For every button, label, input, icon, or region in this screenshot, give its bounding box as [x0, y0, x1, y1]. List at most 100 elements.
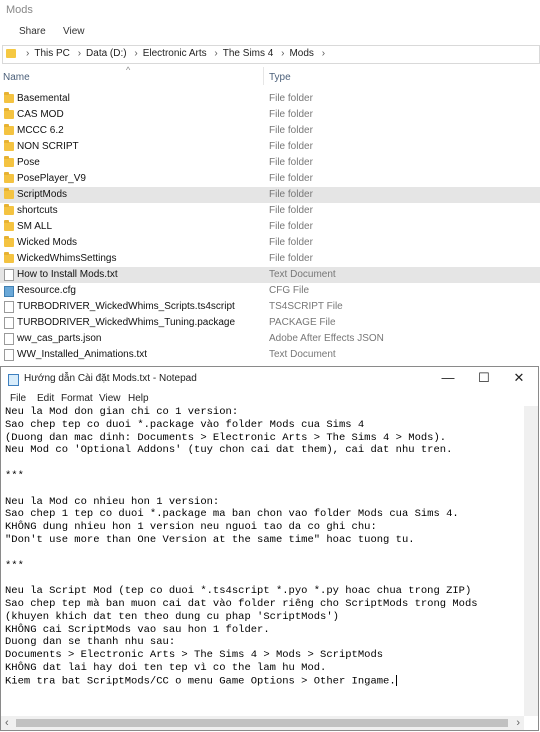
file-list-item[interactable]: How to Install Mods.txt Text Document — [0, 267, 540, 283]
folder-icon — [4, 220, 14, 231]
file-list-item[interactable]: TURBODRIVER_WickedWhims_Scripts.ts4scrip… — [0, 299, 540, 315]
minimize-button[interactable]: — — [433, 369, 463, 387]
file-list-item[interactable]: SM ALL File folder — [0, 219, 540, 235]
file-type: PACKAGE File — [269, 317, 336, 328]
ribbon-tab-share[interactable]: Share — [19, 26, 46, 37]
file-type: File folder — [269, 173, 313, 184]
file-list-item[interactable]: PosePlayer_V9 File folder — [0, 171, 540, 187]
text-line: Neu Mod co 'Optional Addons' (tuy chon c… — [5, 444, 453, 457]
file-name: CAS MOD — [17, 109, 64, 120]
breadcrumb-item[interactable]: Electronic Arts — [143, 48, 207, 59]
text-editor[interactable]: Neu la Mod don gian chi co 1 version: Sao… — [1, 406, 523, 716]
file-explorer-window: Mods Share View › This PC › Data (D:) › Ele… — [0, 0, 540, 366]
ribbon-tab-view[interactable]: View — [63, 26, 85, 37]
file-name: SM ALL — [17, 221, 53, 232]
file-name: How to Install Mods.txt — [17, 269, 118, 280]
folder-icon — [4, 172, 14, 183]
file-list-item[interactable]: Pose File folder — [0, 155, 540, 171]
breadcrumb: › This PC › Data (D:) › Electronic Arts › Th… — [21, 48, 330, 59]
scroll-right-arrow-icon[interactable]: › — [516, 716, 520, 730]
text-line: Neu la Mod co nhieu hon 1 version: — [5, 495, 220, 508]
column-divider[interactable] — [263, 67, 264, 85]
file-name: shortcuts — [17, 205, 58, 216]
file-list-item[interactable]: MCCC 6.2 File folder — [0, 123, 540, 139]
folder-icon — [4, 124, 14, 135]
text-line: Sao chep tep mà ban muon cai dat vào fol… — [5, 597, 478, 610]
breadcrumb-item[interactable]: The Sims 4 — [223, 48, 274, 59]
file-list-item[interactable]: CAS MOD File folder — [0, 107, 540, 123]
folder-icon — [4, 204, 14, 215]
text-line: Kiem tra bat ScriptMods/CC o menu Game O… — [5, 674, 397, 688]
breadcrumb-item[interactable]: Data (D:) — [86, 48, 127, 59]
file-type: File folder — [269, 189, 313, 200]
file-icon — [4, 317, 14, 329]
maximize-button[interactable]: ☐ — [469, 369, 499, 387]
text-line: Documents > Electronic Arts > The Sims 4… — [5, 649, 384, 662]
file-name: TURBODRIVER_WickedWhims_Tuning.package — [17, 317, 236, 328]
scroll-left-arrow-icon[interactable]: ‹ — [5, 716, 9, 730]
folder-icon — [4, 140, 14, 151]
text-line — [1, 483, 523, 496]
vertical-scrollbar[interactable] — [524, 406, 538, 716]
folder-icon — [4, 188, 14, 199]
file-name: WickedWhimsSettings — [17, 253, 117, 264]
column-header-row: ^ Name Type — [0, 65, 540, 85]
menu-help[interactable]: Help — [128, 393, 149, 404]
close-button[interactable]: ✕ — [504, 369, 534, 387]
text-line: *** — [5, 469, 24, 482]
file-name: Wicked Mods — [17, 237, 78, 248]
file-type: Text Document — [269, 349, 336, 360]
chevron-right-icon: › — [281, 48, 285, 59]
address-bar[interactable]: › This PC › Data (D:) › Electronic Arts › Th… — [2, 45, 540, 64]
file-type: TS4SCRIPT File — [269, 301, 343, 312]
notepad-titlebar[interactable]: Hướng dẫn Cài đặt Mods.txt - Notepad — ☐… — [1, 367, 538, 390]
text-line: Sao chep 1 tep co duoi *.package ma ban … — [5, 508, 459, 521]
file-type: CFG File — [269, 285, 309, 296]
text-line: (khuyen khich dat ten theo dung cu phap … — [5, 610, 339, 623]
folder-icon — [4, 236, 14, 247]
text-line — [1, 457, 523, 470]
notepad-icon — [8, 374, 19, 386]
text-line: Neu la Mod don gian chi co 1 version: — [5, 406, 239, 418]
file-list-item[interactable]: shortcuts File folder — [0, 203, 540, 219]
file-list-item[interactable]: TURBODRIVER_WickedWhims_Tuning.package PA… — [0, 315, 540, 331]
file-type: File folder — [269, 93, 313, 104]
file-list-item[interactable]: ScriptMods File folder — [0, 187, 540, 203]
text-file-icon — [4, 349, 14, 361]
cfg-file-icon — [4, 286, 14, 297]
chevron-right-icon[interactable]: › — [322, 48, 325, 59]
scrollbar-thumb[interactable] — [16, 719, 508, 727]
horizontal-scrollbar[interactable]: ‹ › — [1, 716, 524, 730]
file-type: File folder — [269, 141, 313, 152]
menu-edit[interactable]: Edit — [37, 393, 54, 404]
breadcrumb-item[interactable]: This PC — [34, 48, 70, 59]
menu-file[interactable]: File — [10, 393, 26, 404]
column-header-name[interactable]: Name — [3, 72, 30, 83]
folder-icon — [6, 49, 16, 58]
chevron-right-icon: › — [26, 48, 30, 59]
file-list-item[interactable]: WW_Installed_Animations.txt Text Document — [0, 347, 540, 363]
folder-icon — [4, 156, 14, 167]
menu-bar: File Edit Format View Help — [1, 391, 538, 406]
file-list-item[interactable]: Basemental File folder — [0, 91, 540, 107]
file-name: MCCC 6.2 — [17, 125, 64, 136]
text-file-icon — [4, 269, 14, 281]
text-line: "Don't use more than One Version at the … — [5, 533, 415, 546]
file-list-item[interactable]: ww_cas_parts.json Adobe After Effects JSO… — [0, 331, 540, 347]
text-cursor — [395, 674, 397, 686]
file-list-item[interactable]: Wicked Mods File folder — [0, 235, 540, 251]
menu-format[interactable]: Format — [61, 393, 93, 404]
file-list-item[interactable]: Resource.cfg CFG File — [0, 283, 540, 299]
menu-view[interactable]: View — [99, 393, 121, 404]
folder-icon — [4, 92, 14, 103]
text-line: Duong dan se thanh nhu sau: — [5, 636, 176, 649]
file-name: NON SCRIPT — [17, 141, 79, 152]
file-list-item[interactable]: WickedWhimsSettings File folder — [0, 251, 540, 267]
file-type: Adobe After Effects JSON — [269, 333, 384, 344]
column-header-type[interactable]: Type — [269, 72, 291, 83]
chevron-right-icon: › — [214, 48, 218, 59]
file-name: PosePlayer_V9 — [17, 173, 86, 184]
file-list-item[interactable]: NON SCRIPT File folder — [0, 139, 540, 155]
breadcrumb-item[interactable]: Mods — [289, 48, 313, 59]
folder-icon — [4, 108, 14, 119]
